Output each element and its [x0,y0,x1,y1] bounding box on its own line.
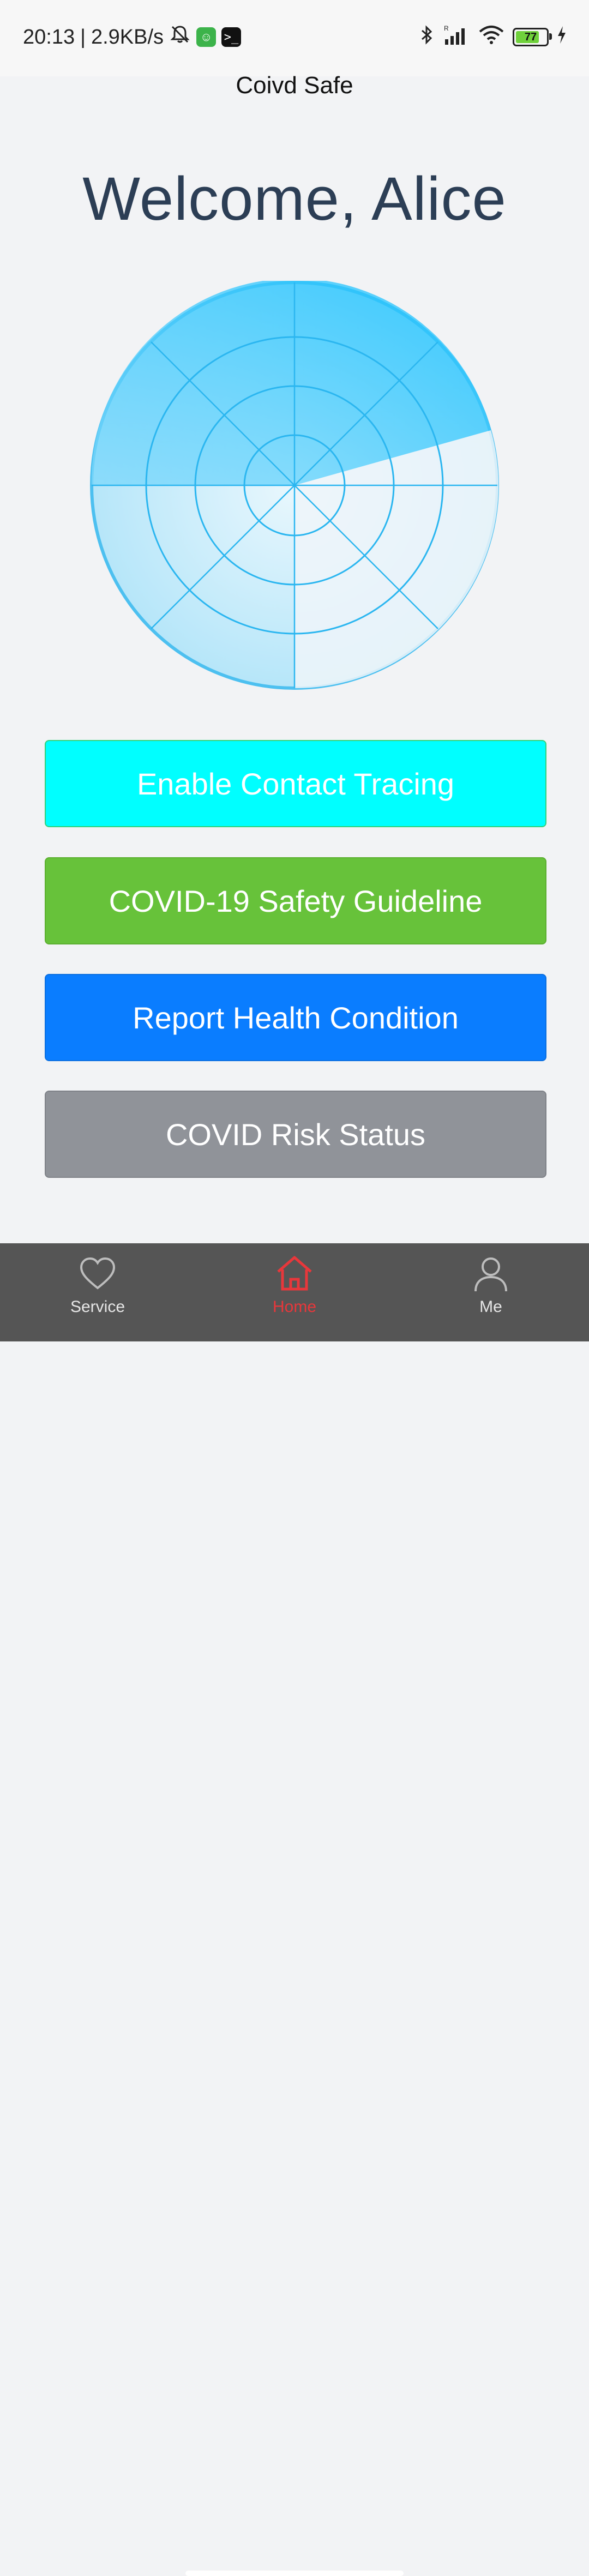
app-green-icon: ☺ [196,27,217,47]
tab-me[interactable]: Me [436,1243,545,1325]
bottom-tab-bar: Service Home Me [0,1243,589,2576]
mute-icon [169,23,191,51]
report-health-condition-button[interactable]: Report Health Condition [45,974,546,1061]
tab-service-label: Service [70,1298,125,1316]
tab-home-label: Home [272,1298,317,1316]
battery-icon: 77 [513,28,552,46]
person-icon [474,1257,507,1292]
bluetooth-icon [419,24,435,51]
welcome-heading: Welcome, Alice [82,165,507,233]
signal-icon: R [443,24,470,51]
wifi-icon [478,24,505,51]
home-icon [277,1256,312,1291]
tab-me-label: Me [479,1298,502,1316]
terminal-icon: >_ [221,27,242,47]
status-bar: 20:13 | 2.9KB/s ☺ >_ R 77 [0,0,589,76]
covid-risk-status-button[interactable]: COVID Risk Status [45,1091,546,1178]
status-right: R 77 [419,24,567,50]
charging-icon [556,25,567,50]
heart-icon [80,1257,116,1290]
status-time: 20:13 [23,25,75,49]
page-title: Coivd Safe [236,72,353,99]
safety-guideline-button[interactable]: COVID-19 Safety Guideline [45,857,546,944]
status-separator: | [80,25,86,49]
status-left: 20:13 | 2.9KB/s ☺ >_ [23,23,242,51]
radar-scan-icon [90,278,499,690]
battery-level: 77 [524,31,537,43]
status-network-speed: 2.9KB/s [91,25,164,49]
svg-text:R: R [444,25,449,32]
tab-home[interactable]: Home [240,1243,349,1325]
enable-contact-tracing-button[interactable]: Enable Contact Tracing [45,740,546,827]
home-indicator[interactable] [185,2571,404,2576]
tab-service[interactable]: Service [43,1243,152,1325]
